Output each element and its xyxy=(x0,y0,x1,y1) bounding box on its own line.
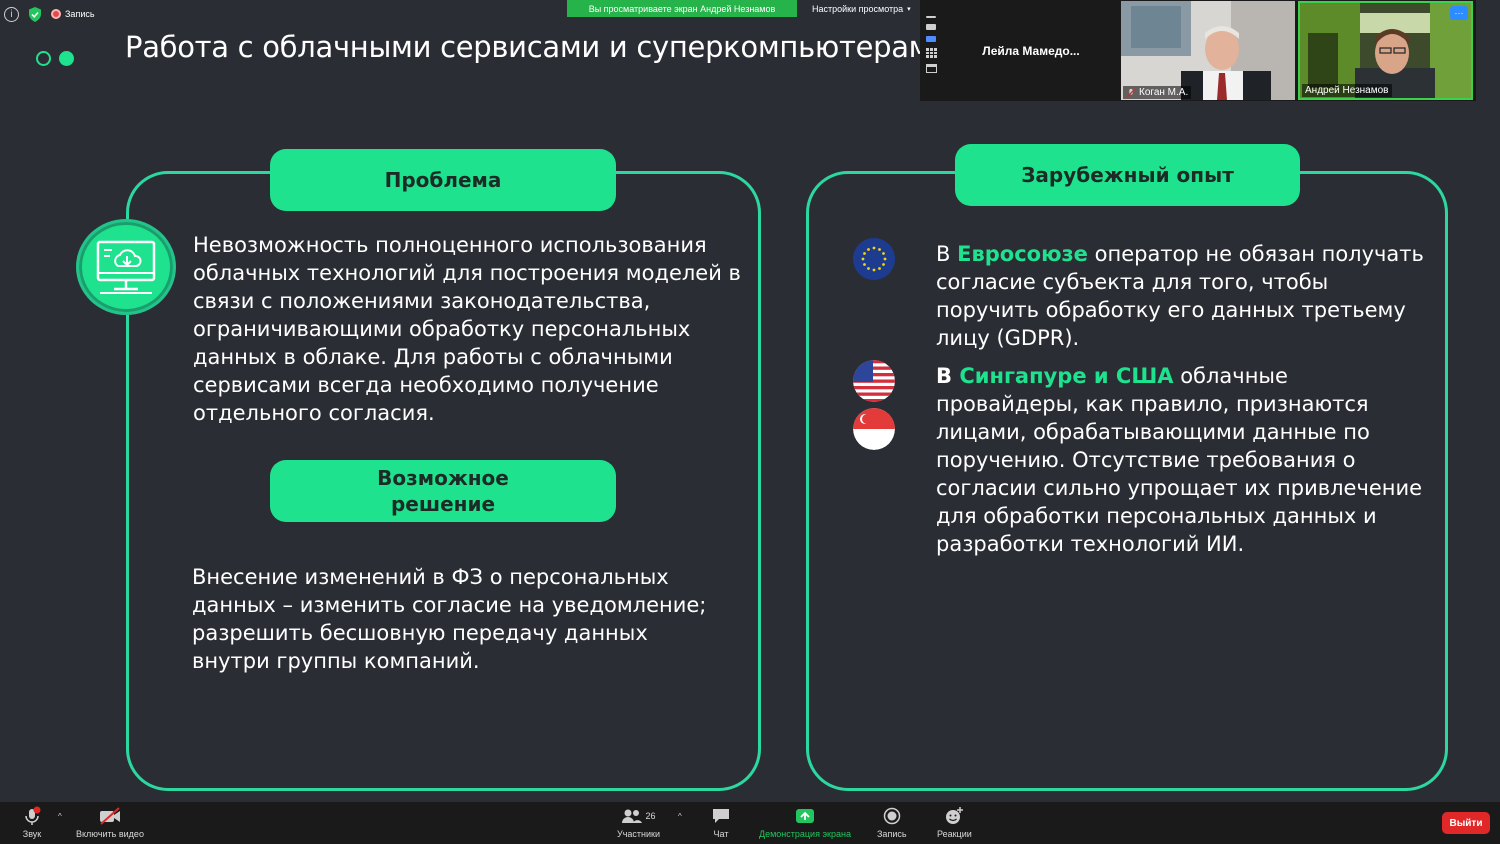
strip-view-icon[interactable] xyxy=(926,36,936,42)
cloud-computer-icon xyxy=(76,219,176,315)
dot-filled-icon xyxy=(59,51,74,66)
audio-button[interactable]: Звук xyxy=(22,806,42,839)
leave-meeting-button[interactable]: Выйти xyxy=(1442,812,1490,834)
reactions-button[interactable]: Реакции xyxy=(937,806,972,839)
participants-button[interactable]: 26 Участники xyxy=(617,806,660,839)
sg-highlight: Сингапуре и США xyxy=(959,364,1174,388)
participants-count: 26 xyxy=(645,811,656,821)
share-screen-button[interactable]: Демонстрация экрана xyxy=(759,806,851,839)
eu-highlight: Евросоюзе xyxy=(957,242,1088,266)
meeting-status: i Запись xyxy=(4,6,95,22)
minimize-icon[interactable] xyxy=(926,16,936,18)
muted-mic-icon xyxy=(1126,87,1136,98)
video-label: Включить видео xyxy=(76,829,144,839)
speaker-view-icon[interactable] xyxy=(926,24,936,30)
hide-video-strip-icon[interactable] xyxy=(925,64,937,73)
participant-name: Андрей Незнамов xyxy=(1305,85,1389,96)
chevron-down-icon: ▾ xyxy=(907,5,911,13)
video-off-icon xyxy=(98,806,122,826)
record-dot-icon xyxy=(51,9,61,19)
solution-heading-line1: Возможное xyxy=(377,466,509,490)
participant-tile-leila[interactable]: Лейла Мамедо... xyxy=(944,1,1118,100)
audio-options-caret[interactable]: ^ xyxy=(58,812,62,821)
meeting-toolbar: Звук ^ Включить видео 26 Участники ^ Чат xyxy=(0,802,1500,844)
recording-label: Запись xyxy=(65,9,95,19)
participant-name: Лейла Мамедо... xyxy=(982,43,1080,58)
sg-body: облачные провайдеры, как правило, призна… xyxy=(936,364,1423,556)
eu-flag-icon xyxy=(853,238,895,280)
participant-tile-kogan[interactable]: Коган М.А. xyxy=(1121,1,1295,100)
chat-button[interactable]: Чат xyxy=(711,806,731,839)
share-screen-icon xyxy=(795,806,815,826)
solution-heading-line2: решение xyxy=(390,492,496,516)
participant-label: Коган М.А. xyxy=(1123,86,1192,99)
problem-text: Невозможность полноценного использования… xyxy=(193,233,741,425)
record-label: Запись xyxy=(877,829,907,839)
eu-prefix: В xyxy=(936,242,958,266)
solution-heading: Возможное решение xyxy=(270,460,616,522)
participants-label: Участники xyxy=(617,829,660,839)
singapore-flag-icon xyxy=(853,408,895,450)
video-button[interactable]: Включить видео xyxy=(76,806,144,839)
share-screen-label: Демонстрация экрана xyxy=(759,829,851,839)
participants-icon: 26 xyxy=(621,806,656,826)
security-shield-icon[interactable] xyxy=(27,6,43,22)
more-options-button[interactable]: ··· xyxy=(1450,6,1468,20)
participant-name: Коган М.А. xyxy=(1139,87,1189,98)
eu-text: В Евросоюзе оператор не обязан получать … xyxy=(936,240,1436,352)
video-strip-controls xyxy=(920,4,942,99)
microphone-icon xyxy=(22,806,42,826)
slide-title: Работа с облачными сервисами и суперкомп… xyxy=(125,30,949,64)
viewing-banner: Вы просматриваете экран Андрей Незнамов xyxy=(567,0,797,17)
slide-dots-decoration xyxy=(36,51,74,66)
view-settings-menu[interactable]: Настройки просмотра ▾ xyxy=(812,0,911,17)
sg-prefix: В xyxy=(936,364,960,388)
chat-icon xyxy=(711,806,731,826)
dot-outline-icon xyxy=(36,51,51,66)
participant-label: Андрей Незнамов xyxy=(1302,84,1392,97)
record-icon xyxy=(883,806,901,826)
view-settings-label: Настройки просмотра xyxy=(812,3,904,14)
reactions-icon xyxy=(944,806,964,826)
audio-label: Звук xyxy=(22,829,42,839)
reactions-label: Реакции xyxy=(937,829,972,839)
participants-options-caret[interactable]: ^ xyxy=(678,812,682,821)
record-button[interactable]: Запись xyxy=(877,806,907,839)
singapore-usa-text: В Сингапуре и США облачные провайдеры, к… xyxy=(936,362,1436,558)
shared-slide: Работа с облачными сервисами и суперкомп… xyxy=(0,0,1500,802)
gallery-view-icon[interactable] xyxy=(926,48,937,58)
info-icon[interactable]: i xyxy=(4,6,19,22)
problem-heading: Проблема xyxy=(270,149,616,211)
chat-label: Чат xyxy=(713,829,729,839)
foreign-heading: Зарубежный опыт xyxy=(955,144,1300,206)
solution-text: Внесение изменений в ФЗ о персональных д… xyxy=(192,565,707,673)
participant-tile-andrey[interactable]: ··· Андрей Незнамов xyxy=(1298,1,1473,100)
us-flag-icon xyxy=(853,360,895,402)
recording-indicator[interactable]: Запись xyxy=(51,9,95,19)
